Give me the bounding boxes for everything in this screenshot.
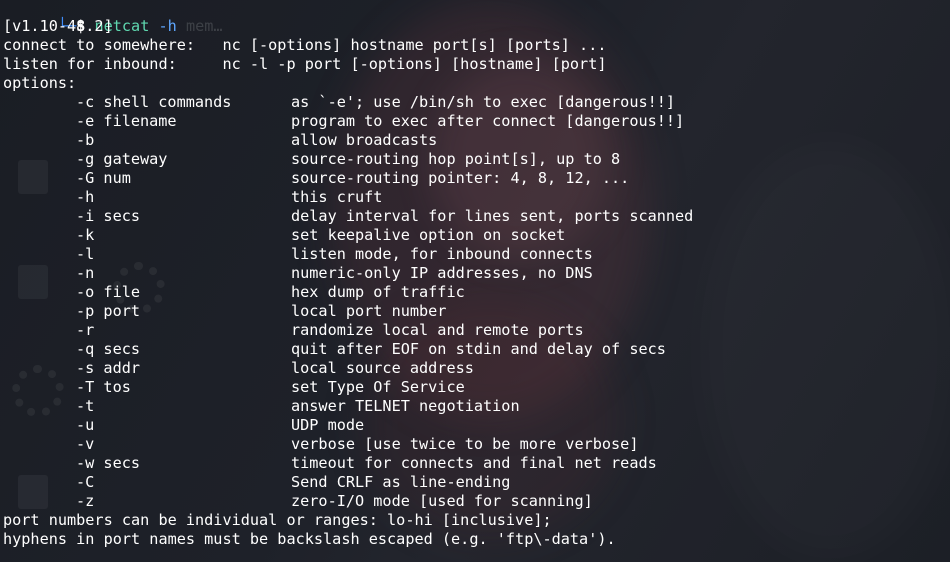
option-description: source-routing pointer: 4, 8, 12, ...	[291, 169, 630, 187]
option-row: -p port local port number	[3, 302, 950, 321]
options-list: -c shell commands as `-e'; use /bin/sh to…	[3, 93, 950, 511]
option-flag: -s addr	[76, 359, 141, 377]
option-description: verbose [use twice to be more verbose]	[291, 435, 639, 453]
option-flag: -T tos	[76, 378, 131, 396]
option-description: as `-e'; use /bin/sh to exec [dangerous!…	[291, 93, 676, 111]
option-description: set keepalive option on socket	[291, 226, 566, 244]
option-flag: -o file	[76, 283, 141, 301]
version-line: [v1.10-48.2]	[3, 17, 113, 35]
option-row: -g gateway source-routing hop point[s], u…	[3, 150, 950, 169]
usage-listen-line: listen for inbound: nc -l -p port [-opti…	[3, 55, 607, 73]
option-flag: -g gateway	[76, 150, 168, 168]
option-description: local source address	[291, 359, 474, 377]
option-flag: -G num	[76, 169, 131, 187]
option-row: -t answer TELNET negotiation	[3, 397, 950, 416]
option-row: -k set keepalive option on socket	[3, 226, 950, 245]
option-flag: -w secs	[76, 454, 141, 472]
option-flag: -e filename	[76, 112, 177, 130]
option-description: numeric-only IP addresses, no DNS	[291, 264, 593, 282]
option-row: -T tos set Type Of Service	[3, 378, 950, 397]
option-row: -G num source-routing pointer: 4, 8, 12, …	[3, 169, 950, 188]
option-flag: -b	[76, 131, 95, 149]
option-description: this cruft	[291, 188, 383, 206]
option-description: quit after EOF on stdin and delay of sec…	[291, 340, 666, 358]
option-flag: -v	[76, 435, 95, 453]
option-row: -o file hex dump of traffic	[3, 283, 950, 302]
option-row: -s addr local source address	[3, 359, 950, 378]
option-row: -c shell commands as `-e'; use /bin/sh to…	[3, 93, 950, 112]
option-flag: -t	[76, 397, 95, 415]
footer-hyphen-escape: hyphens in port names must be backslash …	[3, 530, 616, 548]
usage-connect-line: connect to somewhere: nc [-options] host…	[3, 36, 607, 54]
option-row: -q secs quit after EOF on stdin and delay…	[3, 340, 950, 359]
option-row: -n numeric-only IP addresses, no DNS	[3, 264, 950, 283]
option-row: -b allow broadcasts	[3, 131, 950, 150]
option-description: listen mode, for inbound connects	[291, 245, 593, 263]
option-description: answer TELNET negotiation	[291, 397, 520, 415]
option-description: hex dump of traffic	[291, 283, 465, 301]
option-row: -w secs timeout for connects and final ne…	[3, 454, 950, 473]
option-description: zero-I/O mode [used for scanning]	[291, 492, 593, 510]
option-row: -h this cruft	[3, 188, 950, 207]
option-flag: -n	[76, 264, 95, 282]
option-row: -z zero-I/O mode [used for scanning]	[3, 492, 950, 511]
option-description: allow broadcasts	[291, 131, 438, 149]
option-flag: -l	[76, 245, 95, 263]
option-row: -l listen mode, for inbound connects	[3, 245, 950, 264]
option-row: -i secs delay interval for lines sent, po…	[3, 207, 950, 226]
prompt-line: └─$ netcat -h mem…	[3, 0, 950, 35]
option-row: -u UDP mode	[3, 416, 950, 435]
option-flag: -q secs	[76, 340, 141, 358]
option-flag: -i secs	[76, 207, 141, 225]
terminal-output[interactable]: └─$ netcat -h mem… [v1.10-48.2] connect …	[3, 0, 950, 549]
option-flag: -u	[76, 416, 95, 434]
option-row: -e filename program to exec after connect…	[3, 112, 950, 131]
option-description: UDP mode	[291, 416, 365, 434]
option-flag: -z	[76, 492, 95, 510]
option-flag: -C	[76, 473, 95, 491]
option-description: source-routing hop point[s], up to 8	[291, 150, 621, 168]
option-description: timeout for connects and final net reads	[291, 454, 657, 472]
option-flag: -c shell commands	[76, 93, 232, 111]
option-row: -r randomize local and remote ports	[3, 321, 950, 340]
terminal-window[interactable]: └─$ netcat -h mem… [v1.10-48.2] connect …	[0, 0, 950, 562]
option-description: randomize local and remote ports	[291, 321, 584, 339]
option-description: Send CRLF as line-ending	[291, 473, 511, 491]
option-flag: -h	[76, 188, 95, 206]
option-flag: -r	[76, 321, 95, 339]
option-flag: -k	[76, 226, 95, 244]
option-flag: -p port	[76, 302, 141, 320]
option-description: local port number	[291, 302, 447, 320]
option-description: program to exec after connect [dangerous…	[291, 112, 685, 130]
option-description: set Type Of Service	[291, 378, 465, 396]
options-header: options:	[3, 74, 77, 92]
option-row: -v verbose [use twice to be more verbose]	[3, 435, 950, 454]
option-row: -C Send CRLF as line-ending	[3, 473, 950, 492]
option-description: delay interval for lines sent, ports sca…	[291, 207, 694, 225]
footer-port-ranges: port numbers can be individual or ranges…	[3, 511, 552, 529]
